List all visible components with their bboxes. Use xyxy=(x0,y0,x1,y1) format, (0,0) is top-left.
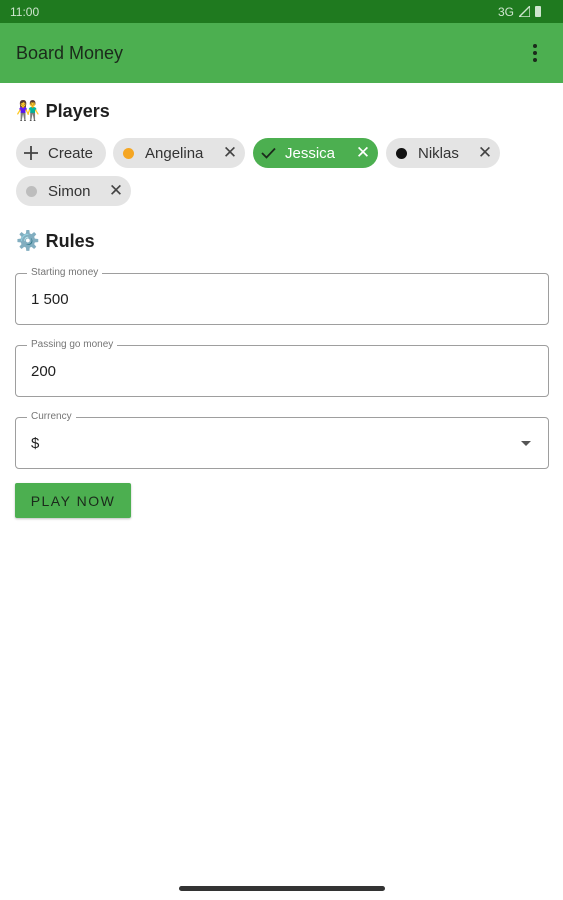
player-chip-simon[interactable]: Simon ✕ xyxy=(16,176,131,206)
chip-label: Simon xyxy=(48,182,91,200)
check-icon xyxy=(253,147,283,159)
player-color-dot-icon xyxy=(113,147,143,159)
currency-label: Currency xyxy=(27,411,76,422)
starting-money-label: Starting money xyxy=(27,267,103,278)
chip-label: Jessica xyxy=(285,144,336,162)
player-chip-niklas[interactable]: Niklas ✕ xyxy=(386,138,500,168)
player-color-dot-icon xyxy=(16,185,46,197)
players-heading: 👫 Players xyxy=(16,101,110,122)
starting-money-value: 1 500 xyxy=(31,291,69,308)
create-player-chip[interactable]: Create xyxy=(16,138,106,168)
play-now-button[interactable]: PLAY NOW xyxy=(15,483,131,518)
chip-label: Niklas xyxy=(418,144,459,162)
currency-value: $ xyxy=(31,435,40,452)
chip-label: Angelina xyxy=(145,144,204,162)
remove-player-angelina-close-icon[interactable]: ✕ xyxy=(215,143,245,163)
passing-go-money-value: 200 xyxy=(31,363,57,380)
player-chip-jessica[interactable]: Jessica ✕ xyxy=(253,138,378,168)
player-chip-angelina[interactable]: Angelina ✕ xyxy=(113,138,245,168)
dropdown-arrow-icon xyxy=(521,441,531,446)
remove-player-niklas-close-icon[interactable]: ✕ xyxy=(470,143,500,163)
passing-go-money-field[interactable]: Passing go money 200 xyxy=(15,339,549,397)
gear-emoji-icon: ⚙️ xyxy=(16,231,40,252)
passing-go-money-label: Passing go money xyxy=(27,339,118,350)
network-type: 3G xyxy=(497,4,514,19)
plus-icon xyxy=(16,146,46,160)
signal-icon xyxy=(519,6,530,17)
remove-player-jessica-close-icon[interactable]: ✕ xyxy=(348,143,378,163)
currency-select[interactable]: Currency $ xyxy=(15,411,549,469)
app-bar: Board Money xyxy=(0,23,563,83)
rules-heading: ⚙️ Rules xyxy=(16,231,95,252)
home-indicator[interactable] xyxy=(179,886,385,891)
rules-title: Rules xyxy=(45,231,95,251)
starting-money-field[interactable]: Starting money 1 500 xyxy=(15,267,549,325)
status-bar: 11:00 3G xyxy=(0,0,563,23)
battery-icon xyxy=(535,6,541,17)
status-icons: 3G xyxy=(498,5,541,19)
players-emoji-icon: 👫 xyxy=(16,101,40,122)
chip-label: Create xyxy=(48,144,94,162)
remove-player-simon-close-icon[interactable]: ✕ xyxy=(101,181,131,201)
players-title: Players xyxy=(45,101,110,121)
player-color-dot-icon xyxy=(386,147,416,159)
overflow-menu-icon[interactable] xyxy=(523,41,547,65)
app-title: Board Money xyxy=(16,42,124,63)
status-time: 11:00 xyxy=(10,4,40,19)
